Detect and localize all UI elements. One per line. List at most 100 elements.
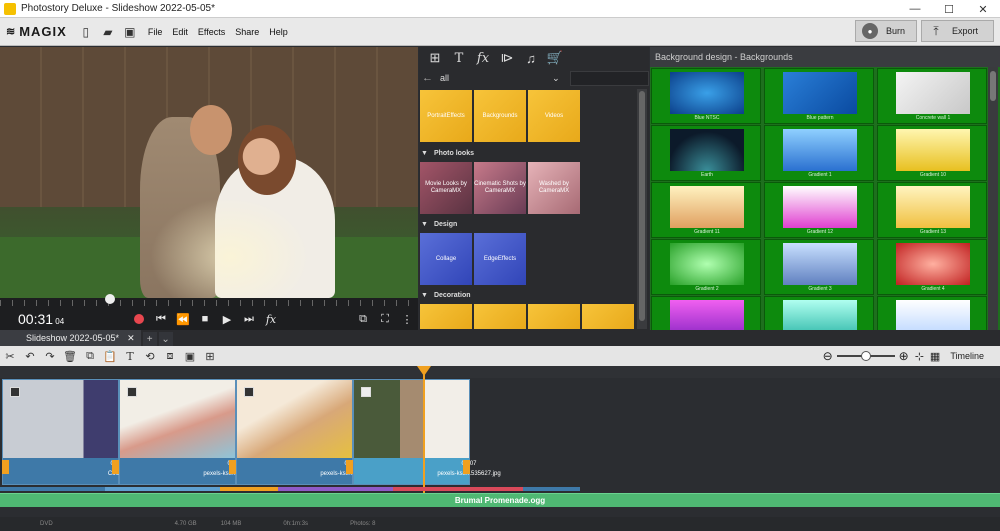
tile-decoration-3[interactable] — [528, 304, 580, 329]
title-icon[interactable]: T — [120, 346, 140, 366]
fx-button[interactable]: fx — [260, 308, 282, 330]
tile-decoration-2[interactable] — [474, 304, 526, 329]
record-button[interactable] — [128, 308, 150, 330]
background-item[interactable]: Gradient 13 — [877, 182, 987, 238]
menu-effects[interactable]: Effects — [198, 27, 225, 37]
preview-monitor[interactable] — [0, 47, 418, 298]
clip-trim-handle[interactable] — [229, 460, 236, 474]
timeline-ruler[interactable] — [0, 366, 1000, 378]
clip-trim-handle[interactable] — [2, 460, 9, 474]
save-icon[interactable]: ▣ — [121, 23, 139, 41]
text-icon[interactable]: T — [447, 48, 471, 68]
background-scrollbar[interactable] — [988, 67, 998, 330]
cart-icon[interactable]: 🛒 — [543, 48, 567, 68]
tile-washed[interactable]: Washed by CameraMX — [528, 162, 580, 214]
tab-slideshow[interactable]: Slideshow 2022-05-05* ✕ — [0, 330, 141, 346]
clip-trim-handle[interactable] — [346, 460, 353, 474]
background-item[interactable]: Gradient 11 — [651, 182, 761, 238]
clip-checkbox[interactable] — [244, 387, 254, 397]
menu-edit[interactable]: Edit — [172, 27, 188, 37]
close-tab-icon[interactable]: ✕ — [127, 333, 135, 344]
burn-button[interactable]: ● Burn — [855, 20, 917, 42]
background-item[interactable]: Blue NTSC — [651, 68, 761, 124]
export-button[interactable]: ⤒ Export — [921, 20, 994, 42]
tile-decoration-4[interactable] — [582, 304, 634, 329]
menu-share[interactable]: Share — [235, 27, 259, 37]
copy-icon[interactable]: ⧉ — [80, 346, 100, 366]
tile-decoration-1[interactable] — [420, 304, 472, 329]
stop-button[interactable]: ■ — [194, 308, 216, 330]
zoom-slider[interactable] — [836, 351, 895, 361]
timeline-mode-label[interactable]: Timeline — [950, 351, 984, 361]
search-input[interactable] — [569, 70, 649, 86]
section-photo-looks[interactable]: ▼ Photo looks — [421, 146, 474, 160]
playhead[interactable] — [423, 366, 425, 506]
tab-dropdown-icon[interactable]: ⌄ — [158, 332, 173, 346]
menu-help[interactable]: Help — [269, 27, 288, 37]
rewind-button[interactable]: ⏪ — [172, 308, 194, 330]
section-decoration[interactable]: ▼ Decoration — [421, 288, 471, 302]
fit-icon[interactable]: ⊹ — [915, 350, 924, 363]
clip-checkbox[interactable] — [127, 387, 137, 397]
music-icon[interactable]: ♫ — [519, 48, 543, 68]
new-file-icon[interactable]: ▯ — [77, 23, 95, 41]
minimize-button[interactable]: — — [898, 0, 932, 18]
clip-checkbox[interactable] — [361, 387, 371, 397]
paste-icon[interactable]: 📋 — [100, 346, 120, 366]
background-item[interactable]: Blue pattern — [764, 68, 874, 124]
background-item[interactable]: Gradient 4 — [877, 239, 987, 295]
back-arrow-icon[interactable]: ← — [419, 72, 436, 84]
background-item[interactable]: Gradient 3 — [764, 239, 874, 295]
tile-collage[interactable]: Collage — [420, 233, 472, 285]
fx-icon[interactable]: fx — [471, 48, 495, 68]
tile-cinematic-shots[interactable]: Cinematic Shots by CameraMX — [474, 162, 526, 214]
play-button[interactable]: ▶ — [216, 308, 238, 330]
disc-type[interactable]: DVD — [40, 521, 53, 527]
grid-icon[interactable]: ⊞ — [423, 48, 447, 68]
delete-icon[interactable]: 🗑 — [60, 346, 80, 366]
category-dropdown[interactable]: all ⌄ — [436, 70, 564, 86]
grid-view-icon[interactable]: ▦ — [930, 350, 940, 363]
tile-movie-looks[interactable]: Movie Looks by CameraMX — [420, 162, 472, 214]
tile-portrait-effects[interactable]: PortraitEffects — [420, 90, 472, 142]
audio-track[interactable]: Brumal Promenade.ogg — [0, 493, 1000, 507]
cut-icon[interactable]: ✂ — [0, 346, 20, 366]
scrollbar-thumb[interactable] — [990, 71, 996, 101]
zoom-out-icon[interactable]: ⊖ — [823, 349, 833, 363]
media-pool-scrollbar[interactable] — [637, 89, 647, 329]
rotate-icon[interactable]: ⟲ — [140, 346, 160, 366]
zoom-slider-knob[interactable] — [860, 351, 871, 361]
clip-checkbox[interactable] — [10, 387, 20, 397]
seek-knob[interactable] — [105, 294, 115, 304]
clip-trim-handle[interactable] — [463, 460, 470, 474]
background-item[interactable]: Earth — [651, 125, 761, 181]
more-menu-button[interactable]: ⋮ — [396, 308, 418, 330]
undo-icon[interactable]: ↶ — [20, 346, 40, 366]
cast-button[interactable]: ⧉ — [352, 308, 374, 330]
open-folder-icon[interactable]: ▰ — [99, 23, 117, 41]
tile-videos[interactable]: Videos — [528, 90, 580, 142]
background-item[interactable]: Gradient 1 — [764, 125, 874, 181]
close-button[interactable]: ✕ — [966, 0, 1000, 18]
redo-icon[interactable]: ↷ — [40, 346, 60, 366]
add-tab-button[interactable]: + — [142, 332, 157, 346]
skip-start-button[interactable]: ⏮ — [150, 308, 172, 330]
tile-backgrounds[interactable]: Backgrounds — [474, 90, 526, 142]
background-item[interactable]: Gradient 10 — [877, 125, 987, 181]
background-item[interactable]: Gradient 12 — [764, 182, 874, 238]
maximize-button[interactable]: ☐ — [932, 0, 966, 18]
section-design[interactable]: ▼ Design — [421, 217, 457, 231]
menu-file[interactable]: File — [148, 27, 163, 37]
tile-edge-effects[interactable]: EdgeEffects — [474, 233, 526, 285]
background-item[interactable]: Gradient 2 — [651, 239, 761, 295]
scrollbar-thumb[interactable] — [639, 91, 645, 321]
clip-trim-handle[interactable] — [112, 460, 119, 474]
fullscreen-button[interactable]: ⛶ — [374, 308, 396, 330]
storyboard-icon[interactable]: ⊞ — [200, 346, 220, 366]
crop-icon[interactable]: ⧈ — [160, 346, 180, 366]
zoom-in-icon[interactable]: ⊕ — [899, 349, 909, 363]
frame-icon[interactable]: ▣ — [180, 346, 200, 366]
transition-icon[interactable]: ⧐ — [495, 48, 519, 68]
background-item[interactable]: Concrete wall 1 — [877, 68, 987, 124]
skip-end-button[interactable]: ⏭ — [238, 308, 260, 330]
